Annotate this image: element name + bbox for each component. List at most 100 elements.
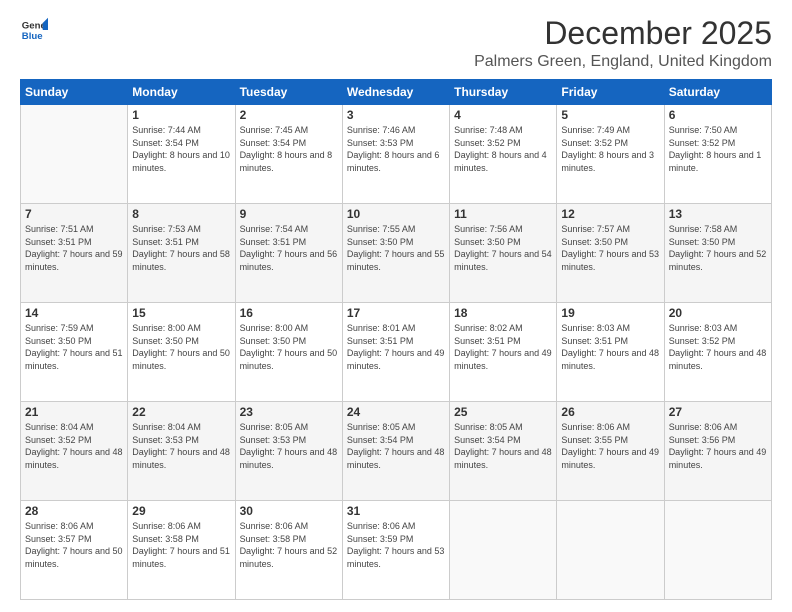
calendar-week-1: 1 Sunrise: 7:44 AMSunset: 3:54 PMDaylight… — [21, 105, 772, 204]
table-row: 16 Sunrise: 8:00 AMSunset: 3:50 PMDayligh… — [235, 303, 342, 402]
day-number: 24 — [347, 405, 445, 419]
table-row — [450, 501, 557, 600]
day-number: 22 — [132, 405, 230, 419]
day-number: 6 — [669, 108, 767, 122]
table-row: 30 Sunrise: 8:06 AMSunset: 3:58 PMDayligh… — [235, 501, 342, 600]
day-number: 19 — [561, 306, 659, 320]
day-number: 13 — [669, 207, 767, 221]
table-row: 28 Sunrise: 8:06 AMSunset: 3:57 PMDayligh… — [21, 501, 128, 600]
table-row: 12Sunrise: 7:57 AMSunset: 3:50 PMDayligh… — [557, 204, 664, 303]
col-wednesday: Wednesday — [342, 80, 449, 105]
table-row: 9 Sunrise: 7:54 AMSunset: 3:51 PMDaylight… — [235, 204, 342, 303]
day-info: Sunrise: 7:53 AMSunset: 3:51 PMDaylight:… — [132, 223, 230, 273]
day-info: Sunrise: 8:02 AMSunset: 3:51 PMDaylight:… — [454, 322, 552, 372]
logo-icon: General Blue — [20, 16, 48, 44]
col-sunday: Sunday — [21, 80, 128, 105]
table-row: 4Sunrise: 7:48 AMSunset: 3:52 PMDaylight… — [450, 105, 557, 204]
day-info: Sunrise: 7:46 AMSunset: 3:53 PMDaylight:… — [347, 124, 445, 174]
day-info: Sunrise: 8:01 AMSunset: 3:51 PMDaylight:… — [347, 322, 445, 372]
calendar-week-5: 28 Sunrise: 8:06 AMSunset: 3:57 PMDayligh… — [21, 501, 772, 600]
table-row: 11 Sunrise: 7:56 AMSunset: 3:50 PMDayligh… — [450, 204, 557, 303]
location: Palmers Green, England, United Kingdom — [474, 53, 772, 71]
table-row: 15Sunrise: 8:00 AMSunset: 3:50 PMDayligh… — [128, 303, 235, 402]
table-row: 20Sunrise: 8:03 AMSunset: 3:52 PMDayligh… — [664, 303, 771, 402]
day-number: 16 — [240, 306, 338, 320]
day-number: 15 — [132, 306, 230, 320]
day-number: 3 — [347, 108, 445, 122]
table-row: 7 Sunrise: 7:51 AMSunset: 3:51 PMDaylight… — [21, 204, 128, 303]
day-number: 8 — [132, 207, 230, 221]
table-row — [664, 501, 771, 600]
day-info: Sunrise: 8:04 AMSunset: 3:53 PMDaylight:… — [132, 421, 230, 471]
header: General Blue December 2025 Palmers Green… — [20, 16, 772, 71]
table-row: 10 Sunrise: 7:55 AMSunset: 3:50 PMDayligh… — [342, 204, 449, 303]
day-info: Sunrise: 8:00 AMSunset: 3:50 PMDaylight:… — [240, 322, 338, 372]
day-info: Sunrise: 7:58 AMSunset: 3:50 PMDaylight:… — [669, 223, 767, 273]
day-number: 21 — [25, 405, 123, 419]
day-info: Sunrise: 8:04 AMSunset: 3:52 PMDaylight:… — [25, 421, 123, 471]
table-row: 18 Sunrise: 8:02 AMSunset: 3:51 PMDayligh… — [450, 303, 557, 402]
day-info: Sunrise: 7:48 AMSunset: 3:52 PMDaylight:… — [454, 124, 552, 174]
day-number: 23 — [240, 405, 338, 419]
table-row: 13 Sunrise: 7:58 AMSunset: 3:50 PMDayligh… — [664, 204, 771, 303]
day-number: 28 — [25, 504, 123, 518]
day-info: Sunrise: 8:03 AMSunset: 3:52 PMDaylight:… — [669, 322, 767, 372]
day-number: 14 — [25, 306, 123, 320]
calendar-week-4: 21 Sunrise: 8:04 AMSunset: 3:52 PMDayligh… — [21, 402, 772, 501]
title-block: December 2025 Palmers Green, England, Un… — [474, 16, 772, 71]
day-number: 27 — [669, 405, 767, 419]
day-number: 11 — [454, 207, 552, 221]
day-info: Sunrise: 8:06 AMSunset: 3:56 PMDaylight:… — [669, 421, 767, 471]
day-number: 29 — [132, 504, 230, 518]
table-row: 26Sunrise: 8:06 AMSunset: 3:55 PMDayligh… — [557, 402, 664, 501]
table-row: 27 Sunrise: 8:06 AMSunset: 3:56 PMDayligh… — [664, 402, 771, 501]
table-row: 31 Sunrise: 8:06 AMSunset: 3:59 PMDayligh… — [342, 501, 449, 600]
day-number: 10 — [347, 207, 445, 221]
col-saturday: Saturday — [664, 80, 771, 105]
day-info: Sunrise: 8:06 AMSunset: 3:57 PMDaylight:… — [25, 520, 123, 570]
day-info: Sunrise: 8:06 AMSunset: 3:58 PMDaylight:… — [132, 520, 230, 570]
day-info: Sunrise: 7:55 AMSunset: 3:50 PMDaylight:… — [347, 223, 445, 273]
calendar: Sunday Monday Tuesday Wednesday Thursday… — [20, 79, 772, 600]
day-info: Sunrise: 7:51 AMSunset: 3:51 PMDaylight:… — [25, 223, 123, 273]
day-number: 7 — [25, 207, 123, 221]
day-info: Sunrise: 7:49 AMSunset: 3:52 PMDaylight:… — [561, 124, 659, 174]
calendar-week-2: 7 Sunrise: 7:51 AMSunset: 3:51 PMDaylight… — [21, 204, 772, 303]
day-info: Sunrise: 8:06 AMSunset: 3:55 PMDaylight:… — [561, 421, 659, 471]
table-row: 23 Sunrise: 8:05 AMSunset: 3:53 PMDayligh… — [235, 402, 342, 501]
svg-text:Blue: Blue — [22, 31, 43, 42]
table-row: 24 Sunrise: 8:05 AMSunset: 3:54 PMDayligh… — [342, 402, 449, 501]
page: General Blue December 2025 Palmers Green… — [0, 0, 792, 612]
day-number: 30 — [240, 504, 338, 518]
day-info: Sunrise: 8:06 AMSunset: 3:59 PMDaylight:… — [347, 520, 445, 570]
day-number: 5 — [561, 108, 659, 122]
day-number: 25 — [454, 405, 552, 419]
day-info: Sunrise: 7:45 AMSunset: 3:54 PMDaylight:… — [240, 124, 338, 174]
month-title: December 2025 — [474, 16, 772, 51]
day-number: 31 — [347, 504, 445, 518]
day-number: 9 — [240, 207, 338, 221]
day-info: Sunrise: 8:05 AMSunset: 3:54 PMDaylight:… — [454, 421, 552, 471]
day-info: Sunrise: 7:57 AMSunset: 3:50 PMDaylight:… — [561, 223, 659, 273]
day-number: 17 — [347, 306, 445, 320]
day-info: Sunrise: 8:06 AMSunset: 3:58 PMDaylight:… — [240, 520, 338, 570]
table-row: 25 Sunrise: 8:05 AMSunset: 3:54 PMDayligh… — [450, 402, 557, 501]
day-number: 18 — [454, 306, 552, 320]
day-info: Sunrise: 8:05 AMSunset: 3:53 PMDaylight:… — [240, 421, 338, 471]
col-friday: Friday — [557, 80, 664, 105]
day-number: 2 — [240, 108, 338, 122]
table-row: 21 Sunrise: 8:04 AMSunset: 3:52 PMDayligh… — [21, 402, 128, 501]
day-number: 1 — [132, 108, 230, 122]
table-row: 29 Sunrise: 8:06 AMSunset: 3:58 PMDayligh… — [128, 501, 235, 600]
table-row: 22 Sunrise: 8:04 AMSunset: 3:53 PMDayligh… — [128, 402, 235, 501]
table-row: 5 Sunrise: 7:49 AMSunset: 3:52 PMDaylight… — [557, 105, 664, 204]
col-monday: Monday — [128, 80, 235, 105]
day-info: Sunrise: 7:54 AMSunset: 3:51 PMDaylight:… — [240, 223, 338, 273]
day-info: Sunrise: 7:56 AMSunset: 3:50 PMDaylight:… — [454, 223, 552, 273]
table-row: 17 Sunrise: 8:01 AMSunset: 3:51 PMDayligh… — [342, 303, 449, 402]
day-info: Sunrise: 7:44 AMSunset: 3:54 PMDaylight:… — [132, 124, 230, 174]
header-row: Sunday Monday Tuesday Wednesday Thursday… — [21, 80, 772, 105]
logo: General Blue — [20, 16, 48, 44]
day-info: Sunrise: 8:05 AMSunset: 3:54 PMDaylight:… — [347, 421, 445, 471]
table-row: 3 Sunrise: 7:46 AMSunset: 3:53 PMDaylight… — [342, 105, 449, 204]
